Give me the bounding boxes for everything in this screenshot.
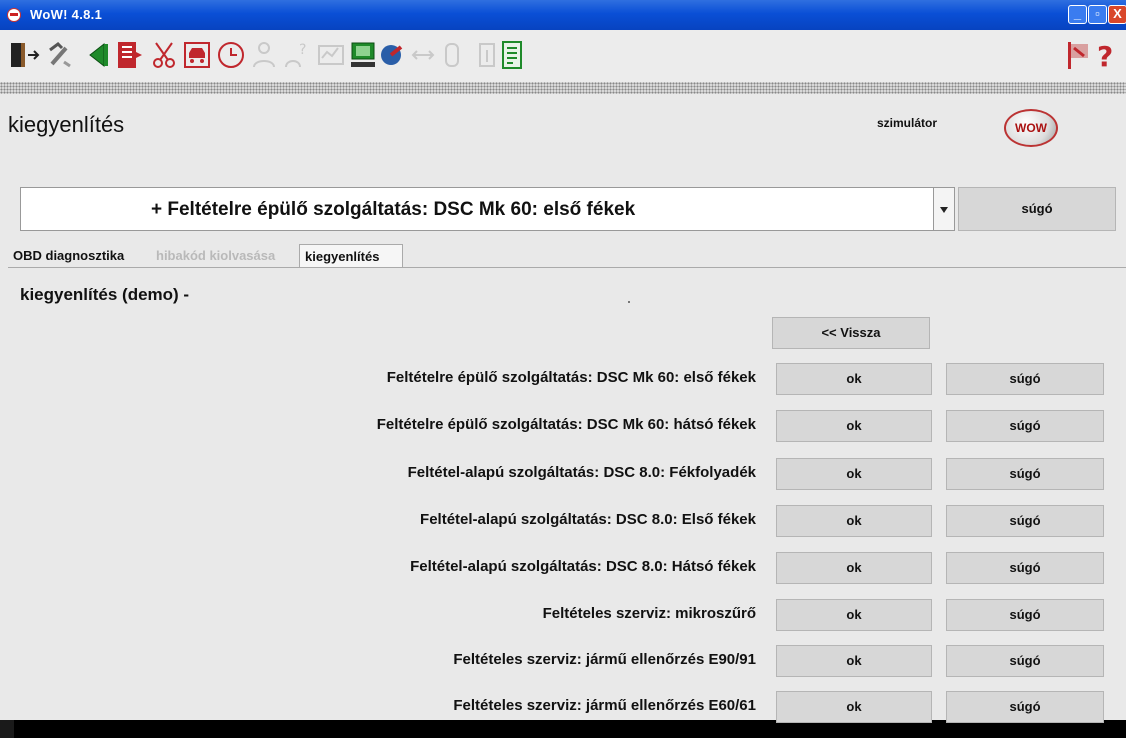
ok-button[interactable]: ok: [776, 691, 932, 723]
person-icon: [253, 42, 275, 68]
chevron-down-icon[interactable]: [933, 187, 955, 231]
stray-dot: [628, 301, 630, 303]
service-row-label: Feltétel-alapú szolgáltatás: DSC 8.0: Há…: [410, 558, 756, 575]
maximize-button[interactable]: ▫: [1088, 5, 1107, 24]
computer-icon[interactable]: [350, 40, 376, 70]
question-person-icon: ?: [285, 42, 306, 68]
circle-arrow-icon[interactable]: [378, 40, 406, 70]
window-title: WoW! 4.8.1: [30, 7, 103, 22]
ok-button[interactable]: ok: [776, 645, 932, 677]
exit-door-icon[interactable]: [8, 40, 42, 70]
ok-button[interactable]: ok: [776, 363, 932, 395]
toolbar-separator: [0, 82, 1126, 94]
close-button[interactable]: X: [1108, 5, 1126, 24]
title-bar[interactable]: WoW! 4.8.1 _ ▫ X: [0, 0, 1126, 30]
app-icon[interactable]: [7, 8, 21, 22]
page-title: kiegyenlítés: [8, 112, 125, 137]
tab-reset[interactable]: kiegyenlítés: [299, 244, 403, 268]
simulator-label: szimulátor: [877, 116, 938, 130]
row-help-button[interactable]: súgó: [946, 363, 1104, 395]
row-help-button[interactable]: súgó: [946, 691, 1104, 723]
row-help-button[interactable]: súgó: [946, 458, 1104, 490]
toolbar: ? ?: [0, 30, 1126, 83]
row-help-button[interactable]: súgó: [946, 645, 1104, 677]
service-row-label: Feltétel-alapú szolgáltatás: DSC 8.0: El…: [420, 511, 756, 528]
minimize-button[interactable]: _: [1068, 5, 1087, 24]
service-row-label: Feltételes szerviz: jármű ellenőrzés E90…: [453, 651, 756, 668]
help-icon[interactable]: ?: [1094, 40, 1120, 70]
chart-icon: [318, 45, 344, 65]
row-help-button[interactable]: súgó: [946, 552, 1104, 584]
svg-text:?: ?: [1097, 40, 1113, 70]
service-row-label: Feltétel-alapú szolgáltatás: DSC 8.0: Fé…: [407, 464, 756, 481]
flag-icon[interactable]: [1064, 40, 1092, 70]
svg-text:?: ?: [299, 42, 306, 58]
service-row-label: Feltételre épülő szolgáltatás: DSC Mk 60…: [386, 369, 756, 386]
tab-read-fault-codes[interactable]: hibakód kiolvasása: [151, 244, 299, 268]
service-row-label: Feltételes szerviz: jármű ellenőrzés E60…: [453, 697, 756, 714]
ok-button[interactable]: ok: [776, 505, 932, 537]
back-arrow-icon[interactable]: [86, 40, 110, 70]
car-icon[interactable]: [182, 40, 212, 70]
clock-icon[interactable]: [216, 40, 246, 70]
ok-button[interactable]: ok: [776, 458, 932, 490]
tools-icon[interactable]: [46, 40, 76, 70]
tab-obd-diagnostics[interactable]: OBD diagnosztika: [8, 244, 151, 268]
ok-button[interactable]: ok: [776, 599, 932, 631]
arrows-icon: [411, 50, 435, 60]
row-help-button[interactable]: súgó: [946, 505, 1104, 537]
back-button[interactable]: << Vissza: [772, 317, 930, 349]
scissors-icon[interactable]: [150, 40, 178, 70]
wow-logo: WOW: [1004, 109, 1058, 147]
service-selector[interactable]: + Feltételre épülő szolgáltatás: DSC Mk …: [20, 187, 934, 231]
document-icon[interactable]: [500, 40, 524, 70]
service-selector-value: + Feltételre épülő szolgáltatás: DSC Mk …: [151, 199, 636, 220]
service-row-label: Feltételes szerviz: mikroszűrő: [542, 605, 756, 622]
settings-icon: [445, 43, 459, 67]
section-title: kiegyenlítés (demo) -: [20, 285, 190, 304]
row-help-button[interactable]: súgó: [946, 410, 1104, 442]
app-window: WoW! 4.8.1 _ ▫ X ? ? kiegyenlítés szimul…: [0, 0, 1126, 723]
service-row-label: Feltételre épülő szolgáltatás: DSC Mk 60…: [376, 416, 756, 433]
row-help-button[interactable]: súgó: [946, 599, 1104, 631]
book-icon[interactable]: [114, 40, 146, 70]
help-button[interactable]: súgó: [958, 187, 1116, 231]
ok-button[interactable]: ok: [776, 410, 932, 442]
tab-divider: [8, 267, 1126, 268]
info-icon: [479, 43, 495, 67]
ok-button[interactable]: ok: [776, 552, 932, 584]
